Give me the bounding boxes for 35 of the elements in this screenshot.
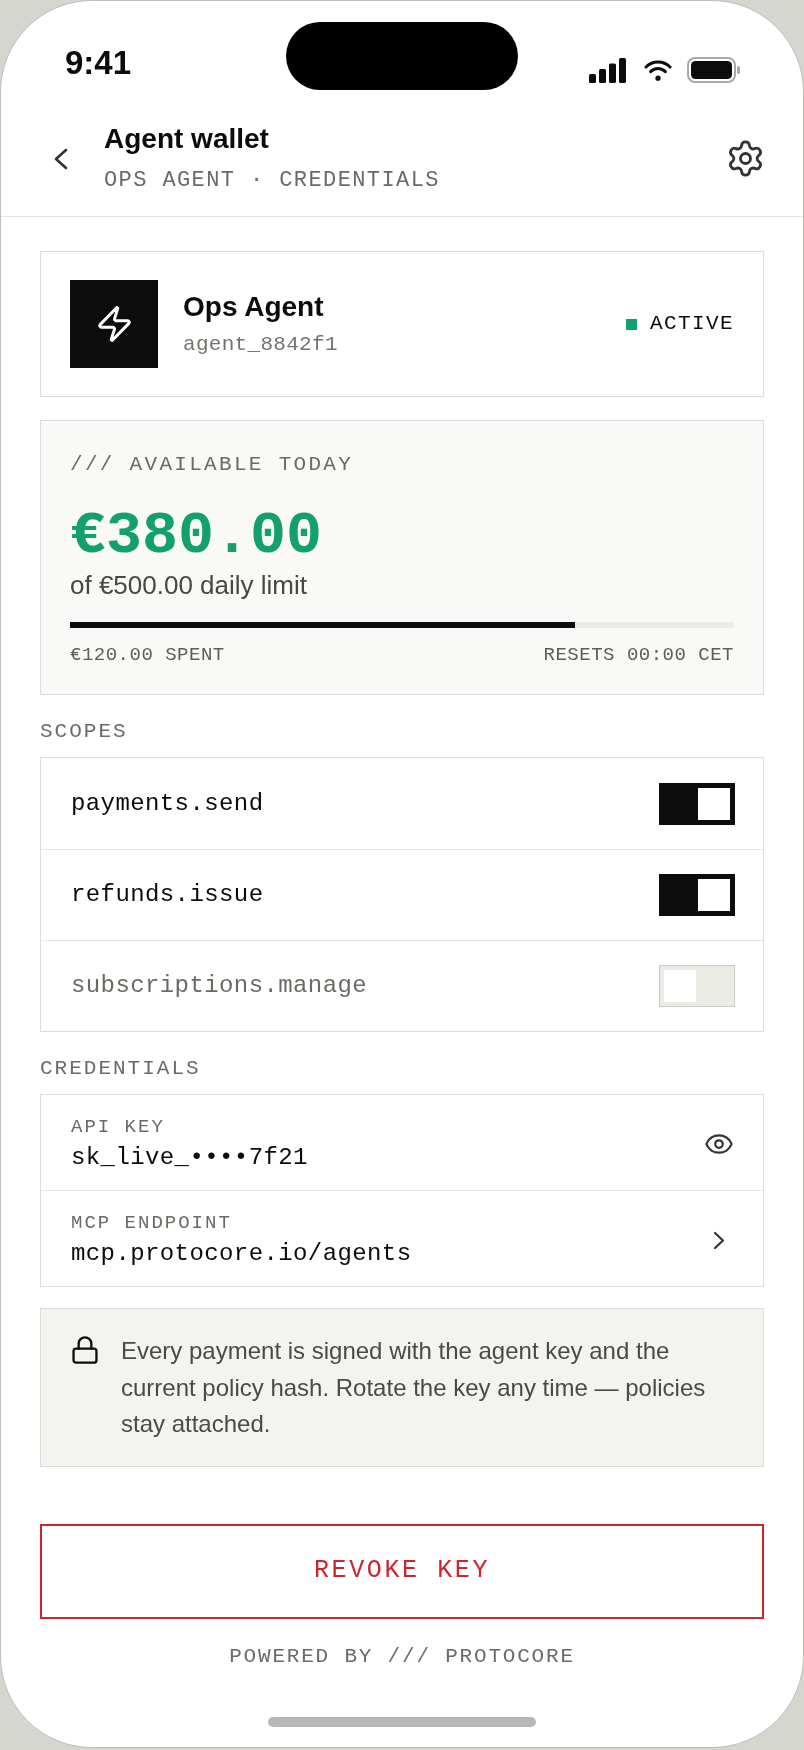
scope-name: payments.send [71, 789, 264, 818]
reset-time: RESETS 00:00 CET [543, 644, 734, 666]
credential-label: API KEY [71, 1116, 166, 1138]
battery-icon [687, 57, 740, 83]
page-subtitle: OPS AGENT · CREDENTIALS [104, 168, 440, 194]
spent-amount: €120.00 SPENT [70, 644, 225, 666]
daily-limit: of €500.00 daily limit [70, 570, 309, 600]
credential-label: MCP ENDPOINT [71, 1212, 233, 1234]
chevron-right-icon[interactable] [713, 1230, 725, 1250]
toggle-switch[interactable] [659, 965, 735, 1007]
agent-id: agent_8842f1 [183, 331, 338, 358]
credential-value: sk_live_••••7f21 [71, 1144, 308, 1172]
scope-name: subscriptions.manage [71, 972, 368, 1000]
eye-icon[interactable] [705, 1134, 733, 1154]
page-title: Agent wallet [104, 123, 270, 155]
agent-name: Ops Agent [183, 290, 325, 323]
revoke-key-button[interactable]: REVOKE KEY [40, 1523, 764, 1619]
section-heading: CREDENTIALS [40, 1057, 202, 1081]
section-heading: SCOPES [40, 720, 129, 744]
balance-label: /// AVAILABLE TODAY [70, 453, 355, 477]
chevron-left-icon[interactable] [53, 147, 68, 170]
toggle-switch[interactable] [659, 874, 735, 916]
lock-icon [72, 1336, 98, 1364]
balance-amount: €380.00 [70, 504, 324, 568]
scope-name: refunds.issue [71, 881, 264, 909]
status-label: ACTIVE [650, 312, 734, 336]
lightning-bolt-icon [70, 280, 158, 368]
toggle-switch[interactable] [659, 782, 735, 825]
notice-text: Every payment is signed with the agent key and the current policy hash. Rotate the key any time — policies stay attached. [121, 1336, 707, 1439]
wifi-icon [644, 59, 672, 81]
signal-icon [589, 57, 626, 83]
settings-icon[interactable] [728, 140, 763, 177]
powered-by-footer: POWERED BY /// PROTOCORE [229, 1644, 575, 1669]
status-time: 9:41 [65, 44, 133, 82]
credential-value: mcp.protocore.io/agents [71, 1240, 412, 1268]
